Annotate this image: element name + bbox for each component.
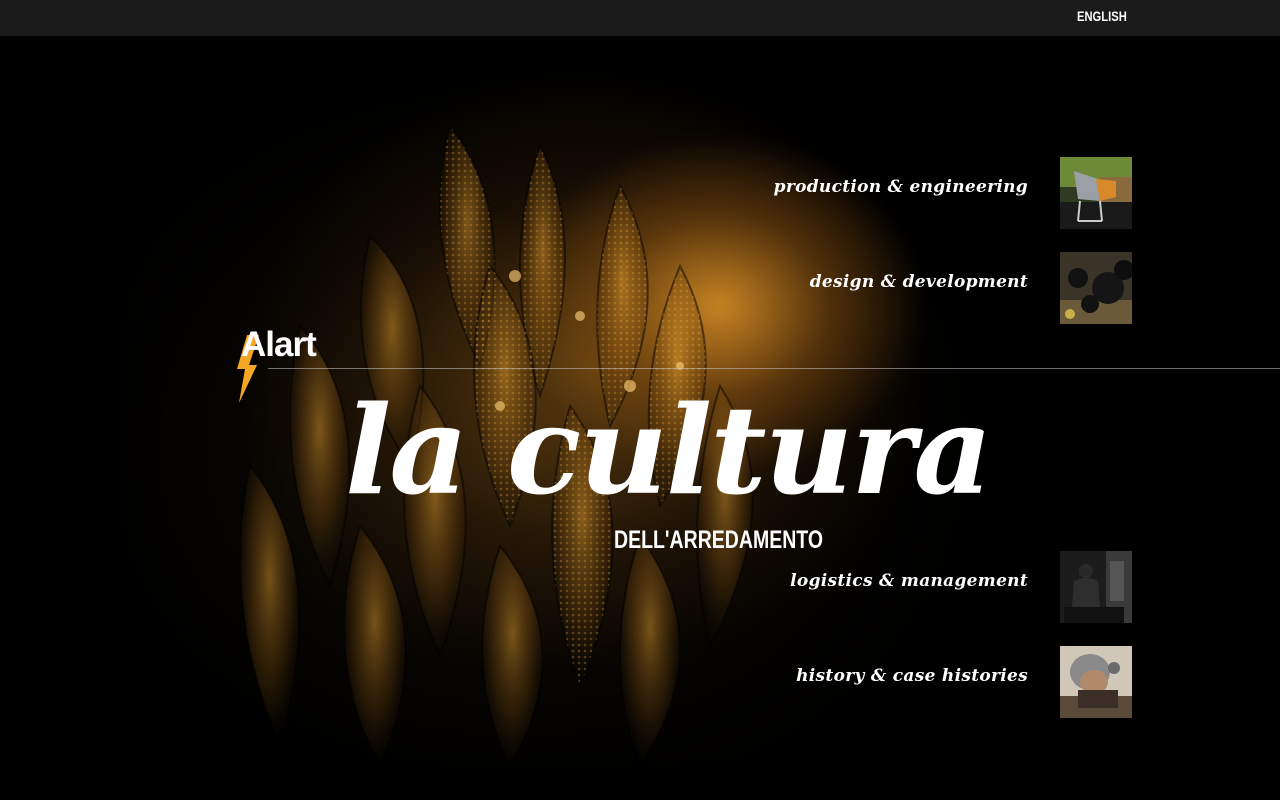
menu-item-label: logistics & management [790, 571, 1028, 591]
craftsman-photo-icon[interactable] [1060, 646, 1132, 718]
menu-item-history-case-histories[interactable]: history & case histories [700, 646, 1132, 718]
menu-item-production-engineering[interactable]: production & engineering [700, 157, 1132, 229]
black-spheres-photo-icon[interactable] [1060, 252, 1132, 324]
top-bar: ENGLISH [0, 0, 1280, 36]
home-page: ENGLISH Alart la cultura DELL'ARREDAMENT… [0, 0, 1280, 800]
warehouse-worker-photo-icon[interactable] [1060, 551, 1132, 623]
menu-item-design-development[interactable]: design & development [700, 252, 1132, 324]
logo-wordmark: Alart [241, 325, 317, 364]
menu-item-label: production & engineering [773, 177, 1028, 197]
hero-headline: la cultura [345, 378, 993, 522]
menu-item-label: history & case histories [796, 666, 1028, 686]
language-switch-link[interactable]: ENGLISH [1077, 8, 1127, 24]
hero-subheadline: DELL'ARREDAMENTO [614, 526, 824, 554]
horizontal-divider [268, 368, 1280, 369]
office-chair-photo-icon[interactable] [1060, 157, 1132, 229]
menu-item-label: design & development [809, 272, 1028, 292]
menu-item-logistics-management[interactable]: logistics & management [700, 551, 1132, 623]
